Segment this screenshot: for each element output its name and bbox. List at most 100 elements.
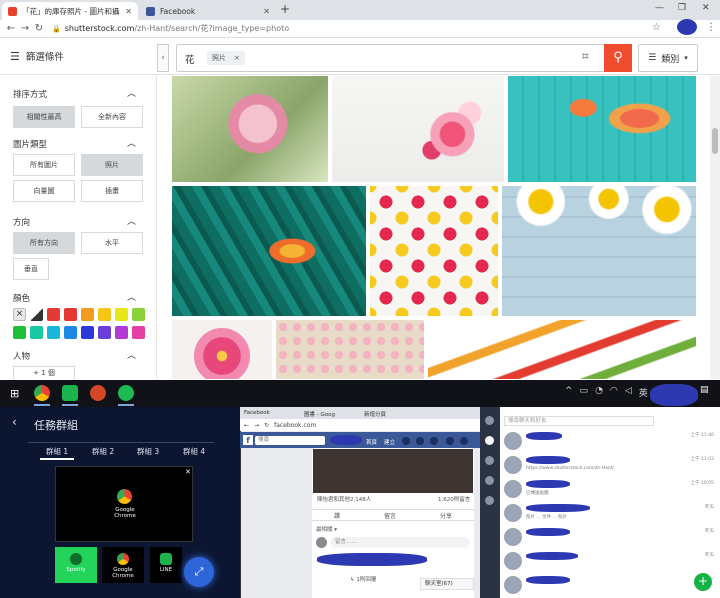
line-add-friend-icon[interactable] (485, 456, 494, 465)
fb-menu-icon[interactable] (460, 437, 468, 445)
fb-help-icon[interactable] (446, 437, 454, 445)
photo-tropical-leaves-bird-of-paradise[interactable] (172, 186, 366, 316)
fb-tab-new[interactable]: 新增分頁 (364, 410, 386, 418)
color-swatch[interactable] (115, 308, 128, 321)
orientation-horizontal-button[interactable]: 水平 (81, 232, 143, 254)
chat-list-item[interactable]: 上午 11:46 (504, 430, 714, 452)
fb-post-photo[interactable] (313, 449, 473, 493)
chat-list-item[interactable]: 上午 11:02 https://www.shutterstock.com/zh-… (504, 454, 714, 476)
chat-list-item[interactable]: 星期一 (504, 574, 714, 596)
tile-spotify[interactable]: Spotify (55, 547, 97, 583)
photo-daisies-blue-wood[interactable] (502, 186, 696, 316)
color-swatch[interactable] (47, 308, 60, 321)
line-search-input[interactable]: 搜尋聊天和好友 (504, 416, 654, 426)
orientation-vertical-button[interactable]: 垂直 (13, 258, 49, 280)
back-icon[interactable]: ← (4, 23, 18, 34)
color-swatch[interactable] (13, 326, 26, 339)
color-swatch[interactable] (132, 326, 145, 339)
fb-friends-icon[interactable] (402, 437, 410, 445)
forward-icon[interactable]: → (18, 23, 32, 34)
fb-reaction-count[interactable]: 陳怡君和其他2,148人 (317, 495, 371, 503)
back-chevron-icon[interactable]: ‹ (12, 415, 17, 429)
people-count-button[interactable]: + 1 個 (13, 366, 75, 379)
chevron-up-icon[interactable]: ︿ (127, 290, 136, 303)
color-swatch[interactable] (30, 326, 43, 339)
notification-icon[interactable]: ▤ (700, 385, 709, 395)
category-dropdown[interactable]: ☰ 類別 ▾ (638, 44, 698, 72)
sort-newest-button[interactable]: 全新內容 (81, 106, 143, 128)
profile-avatar[interactable] (677, 19, 697, 35)
volume-icon[interactable]: ◁ (625, 386, 632, 399)
photo-pink-magnolia[interactable] (172, 76, 328, 182)
chevron-up-icon[interactable]: ︿ (127, 136, 136, 149)
new-tab-button[interactable]: + (280, 2, 290, 16)
back-icon[interactable]: ← (244, 422, 249, 429)
fb-address-bar[interactable]: ← → ↻ facebook.com (240, 419, 480, 431)
reload-icon[interactable]: ↻ (264, 422, 269, 429)
tab-facebook[interactable]: Facebook ✕ (140, 2, 276, 20)
tile-line[interactable]: LINE (150, 547, 182, 583)
fb-messenger-icon[interactable] (416, 437, 424, 445)
fb-comment-button[interactable]: 留言 (384, 511, 396, 520)
line-friends-icon[interactable] (485, 416, 494, 425)
chevron-up-icon[interactable]: ︿ (127, 214, 136, 227)
filter-toggle-button[interactable]: ☰ 篩選條件 (10, 49, 64, 64)
fb-comment-sort[interactable]: 最相關 ▾ (316, 525, 337, 533)
line-timeline-icon[interactable] (485, 476, 494, 485)
camera-search-icon[interactable]: ⌗ (582, 49, 589, 64)
close-tab-icon[interactable]: ✕ (125, 7, 132, 16)
sort-relevance-button[interactable]: 相關性最高 (13, 106, 75, 128)
group-tab-2[interactable]: 群組 2 (92, 446, 114, 457)
fb-reply-link[interactable]: ↳ 1則回覆 (350, 575, 376, 583)
chip-close-icon[interactable]: × (234, 54, 240, 62)
line-taskbar-icon[interactable] (62, 385, 78, 401)
forward-icon[interactable]: → (254, 422, 259, 429)
color-swatch[interactable] (64, 308, 77, 321)
fb-like-button[interactable]: 讚 (334, 511, 340, 520)
chevron-up-icon[interactable]: ^ (565, 386, 573, 399)
chevron-up-icon[interactable]: ︿ (127, 86, 136, 99)
fb-share-button[interactable]: 分享 (440, 511, 452, 520)
orientation-all-button[interactable]: 所有方向 (13, 232, 75, 254)
fb-chat-bar[interactable]: 聊天室(67) (420, 578, 474, 590)
chrome-taskbar-icon[interactable] (34, 385, 50, 401)
page-scrollbar[interactable] (710, 76, 720, 379)
photo-pink-roses-wall[interactable] (276, 320, 424, 379)
group-window-card[interactable]: ✕ Google Chrome (55, 466, 193, 542)
reload-icon[interactable]: ↻ (32, 23, 46, 34)
type-vector-button[interactable]: 向量圖 (13, 180, 75, 202)
color-swatch[interactable] (132, 308, 145, 321)
fb-search-input[interactable]: 搜尋 (255, 436, 325, 445)
search-input[interactable]: 花 照片 × (176, 44, 632, 72)
photo-colorful-gerberas-grid[interactable] (370, 186, 498, 316)
line-new-chat-button[interactable]: + (694, 573, 712, 591)
facebook-logo-icon[interactable]: f (243, 435, 253, 445)
color-swatch[interactable] (115, 326, 128, 339)
chat-list-item[interactable]: 上午 10:05 已傳送貼圖 (504, 478, 714, 500)
chat-list-item[interactable]: 昨天 (504, 526, 714, 548)
bookmark-star-icon[interactable]: ☆ (652, 22, 661, 33)
color-swatch[interactable]: × (13, 308, 26, 321)
type-photo-button[interactable]: 照片 (81, 154, 143, 176)
image-type-chip[interactable]: 照片 × (207, 51, 245, 65)
type-illustration-button[interactable]: 插畫 (81, 180, 143, 202)
fb-comment-count[interactable]: 1,620則留言 (438, 495, 470, 503)
group-tab-4[interactable]: 群組 4 (183, 446, 205, 457)
group-tab-1[interactable]: 群組 1 (46, 446, 68, 457)
chat-list-item[interactable]: 昨天 (504, 550, 714, 572)
network-icon[interactable]: ◔ (595, 386, 603, 399)
restore-icon[interactable]: ❐ (678, 3, 686, 13)
color-swatch[interactable] (47, 326, 60, 339)
fb-nav-home[interactable]: 首頁 (366, 438, 377, 446)
chevron-up-icon[interactable]: ︿ (127, 348, 136, 361)
powerpoint-taskbar-icon[interactable] (90, 385, 106, 401)
fb-tab-books[interactable]: 圖書 - Goog (304, 410, 335, 418)
windows-start-icon[interactable]: ⊞ (10, 387, 19, 400)
photo-pink-dahlia[interactable] (172, 320, 272, 379)
line-more-icon[interactable] (485, 496, 494, 505)
expand-group-button[interactable]: ⤢ (184, 557, 214, 587)
ime-icon[interactable]: 英 (639, 386, 648, 399)
color-swatch[interactable] (98, 326, 111, 339)
search-button[interactable]: ⚲ (604, 44, 632, 72)
wifi-icon[interactable]: ◠ (610, 386, 618, 399)
